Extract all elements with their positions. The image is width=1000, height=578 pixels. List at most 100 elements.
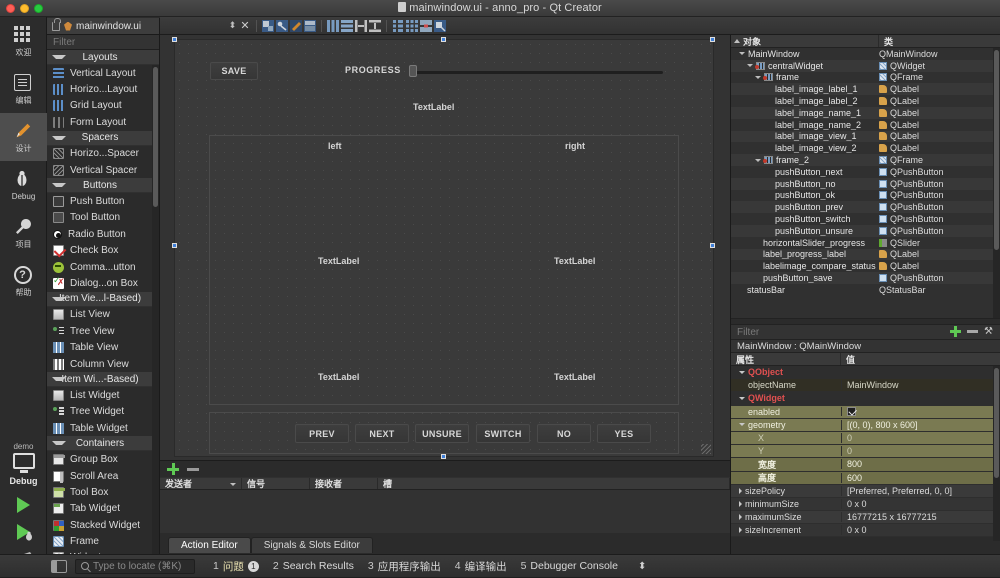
- table-row[interactable]: pushButton_prev QPushButton: [731, 201, 1000, 214]
- widget-item-column-view[interactable]: Column View: [47, 356, 159, 372]
- layout-splitter-v-icon[interactable]: [369, 19, 381, 32]
- widget-item-list-view[interactable]: List View: [47, 307, 159, 323]
- configure-icon[interactable]: ⚒: [984, 326, 995, 337]
- table-row[interactable]: maximumSize 16777215 x 16777215: [731, 511, 1000, 525]
- kit-selector[interactable]: demo Debug: [0, 442, 47, 486]
- property-column-header[interactable]: 属性: [731, 353, 841, 365]
- widget-item-frame[interactable]: Frame: [47, 533, 159, 549]
- widget-item-vertical-layout[interactable]: Vertical Layout: [47, 65, 159, 81]
- locator-input[interactable]: Type to locate (⌘K): [75, 558, 195, 574]
- table-row[interactable]: label_image_view_2 QLabel: [731, 142, 1000, 154]
- table-row[interactable]: pushButton_ok QPushButton: [731, 190, 1000, 202]
- widget-item-tree-view[interactable]: Tree View: [47, 323, 159, 339]
- widget-category-buttons[interactable]: Buttons: [47, 178, 159, 194]
- toggle-sidebar-icon[interactable]: [51, 559, 67, 573]
- chevron-down-icon[interactable]: [739, 370, 745, 374]
- widget-item-vertical-spacer[interactable]: Vertical Spacer: [47, 162, 159, 178]
- table-row[interactable]: pushButton_unsure QPushButton: [731, 224, 1000, 237]
- widget-item-horizontal-layout[interactable]: Horizo...Layout: [47, 81, 159, 97]
- layout-splitter-h-icon[interactable]: [355, 19, 367, 32]
- object-tree-scrollbar[interactable]: [993, 48, 1000, 318]
- property-filter[interactable]: Filter ⚒: [731, 325, 1000, 340]
- table-row[interactable]: pushButton_next QPushButton: [731, 166, 1000, 178]
- edit-tab-order-icon[interactable]: [304, 19, 316, 32]
- table-row[interactable]: label_progress_label QLabel: [731, 248, 1000, 261]
- widget-item-command-link-button[interactable]: Comma...utton: [47, 259, 159, 275]
- table-row[interactable]: label_image_label_2 QLabel: [731, 95, 1000, 107]
- widget-box-scrollbar[interactable]: [152, 65, 159, 554]
- table-row[interactable]: sizePolicy [Preferred, Preferred, 0, 0]: [731, 484, 1000, 498]
- mode-edit[interactable]: 编辑: [0, 65, 47, 113]
- chevron-down-icon[interactable]: [739, 396, 745, 400]
- table-row[interactable]: sizeIncrement 0 x 0: [731, 524, 1000, 538]
- form-button-next[interactable]: NEXT: [355, 424, 409, 443]
- chevron-right-icon[interactable]: [739, 500, 742, 507]
- layout-grid-icon[interactable]: [406, 19, 418, 32]
- chevron-right-icon[interactable]: [739, 527, 742, 534]
- widget-category-item-views[interactable]: Item Vie...l-Based): [47, 291, 159, 307]
- widget-item-push-button[interactable]: Push Button: [47, 193, 159, 209]
- adjust-size-icon[interactable]: [434, 19, 446, 32]
- signals-slots-header[interactable]: 发送者 信号 接收者 槽: [160, 477, 730, 490]
- designer-toolbar[interactable]: ⬍ ✕: [160, 17, 1000, 35]
- property-rows[interactable]: QObject objectName MainWindow QWidget ena…: [731, 366, 1000, 541]
- widget-category-item-widgets[interactable]: Item Wi...-Based): [47, 372, 159, 388]
- column-sender[interactable]: 发送者: [160, 478, 242, 489]
- table-row[interactable]: pushButton_no QPushButton: [731, 177, 1000, 190]
- signals-slots-editor-panel[interactable]: 发送者 信号 接收者 槽 Action Editor Signals & Slo…: [160, 460, 730, 554]
- widget-item-grid-layout[interactable]: Grid Layout: [47, 98, 159, 114]
- mode-help[interactable]: ? 帮助: [0, 257, 47, 305]
- table-row[interactable]: label_image_label_1 QLabel: [731, 83, 1000, 96]
- table-row[interactable]: QObject: [731, 366, 1000, 380]
- table-row[interactable]: 宽度 800: [731, 458, 1000, 472]
- form-button-prev[interactable]: PREV: [295, 424, 349, 443]
- chevron-right-icon[interactable]: [739, 514, 742, 521]
- form-image-frame[interactable]: left right TextLabel TextLabel TextLabel…: [209, 135, 679, 405]
- table-row[interactable]: 高度 600: [731, 471, 1000, 485]
- close-editor-icon[interactable]: ✕: [239, 20, 251, 32]
- resize-handle-mr[interactable]: [710, 243, 715, 248]
- table-row[interactable]: horizontalSlider_progress QSlider: [731, 237, 1000, 249]
- mode-design[interactable]: 设计: [0, 113, 47, 161]
- object-tree-scroll-thumb[interactable]: [994, 50, 999, 250]
- widget-item-group-box[interactable]: Group Box: [47, 451, 159, 467]
- form-button-no[interactable]: NO: [537, 424, 591, 443]
- mode-projects[interactable]: 项目: [0, 209, 47, 257]
- remove-property-icon[interactable]: [967, 330, 978, 333]
- add-property-icon[interactable]: [950, 326, 961, 337]
- enabled-checkbox[interactable]: [847, 407, 856, 417]
- widget-item-table-widget[interactable]: Table Widget: [47, 420, 159, 436]
- form-save-button[interactable]: SAVE: [210, 62, 258, 80]
- widget-item-form-layout[interactable]: Form Layout: [47, 114, 159, 130]
- table-row[interactable]: labelimage_compare_status QLabel: [731, 260, 1000, 272]
- widget-item-tree-widget[interactable]: Tree Widget: [47, 404, 159, 420]
- table-row[interactable]: label_image_view_1 QLabel: [731, 130, 1000, 143]
- widget-box-scroll-thumb[interactable]: [153, 67, 158, 207]
- object-tree[interactable]: MainWindow QMainWindow centralWidget QWidg…: [731, 48, 1000, 318]
- widget-item-check-box[interactable]: Check Box: [47, 243, 159, 259]
- table-row[interactable]: frame_2 QFrame: [731, 154, 1000, 166]
- output-pane-application-output[interactable]: 3 应用程序输出: [368, 559, 441, 574]
- resize-handle-tl[interactable]: [172, 37, 177, 42]
- widget-item-tool-button[interactable]: Tool Button: [47, 210, 159, 226]
- output-pane-debugger-console[interactable]: 5 Debugger Console: [521, 560, 618, 572]
- value-column-header[interactable]: 值: [841, 353, 1000, 365]
- table-row[interactable]: centralWidget QWidget: [731, 59, 1000, 72]
- design-canvas[interactable]: SAVE PROGRESS TextLabel left right TextL…: [160, 35, 730, 460]
- table-row[interactable]: X0: [731, 431, 1000, 446]
- form-button-yes[interactable]: YES: [597, 424, 651, 443]
- widget-item-tab-widget[interactable]: Tab Widget: [47, 501, 159, 517]
- widget-item-dialog-button-box[interactable]: Dialog...on Box: [47, 275, 159, 291]
- mode-debug[interactable]: Debug: [0, 161, 47, 209]
- widget-item-tool-box[interactable]: Tool Box: [47, 484, 159, 500]
- output-pane-compile-output[interactable]: 4 编译输出: [455, 559, 507, 574]
- split-selector-icon[interactable]: ⬍: [228, 20, 237, 32]
- widget-item-stacked-widget[interactable]: Stacked Widget: [47, 517, 159, 533]
- table-row[interactable]: statusBar QStatusBar: [731, 284, 1000, 296]
- widget-box-filter[interactable]: Filter: [47, 35, 159, 50]
- signals-slots-rows[interactable]: [160, 490, 730, 533]
- table-row[interactable]: frame QFrame: [731, 72, 1000, 84]
- debug-play-icon[interactable]: [17, 524, 32, 541]
- form-button-unsure[interactable]: UNSURE: [415, 424, 469, 443]
- output-pane-more-icon[interactable]: ⬍: [638, 561, 646, 572]
